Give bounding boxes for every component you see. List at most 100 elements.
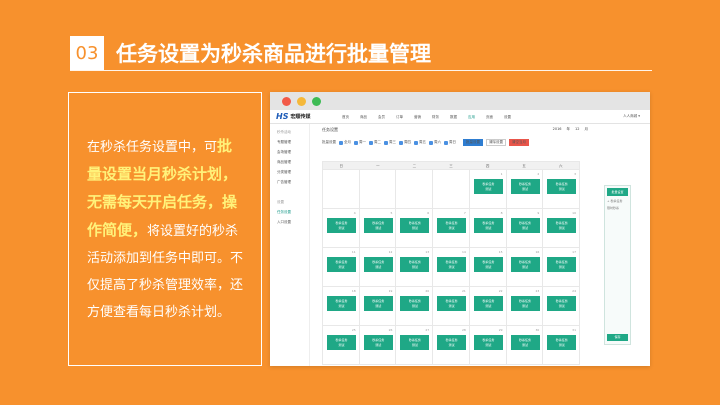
task-chip[interactable]: 秒杀任务 测试 <box>473 335 503 350</box>
day-checkbox-5[interactable]: 周五 <box>414 140 426 145</box>
task-chip[interactable]: 秒杀任务 测试 <box>473 218 503 233</box>
calendar-day[interactable]: 15 秒杀任务 测试 <box>469 248 507 287</box>
task-chip[interactable]: 秒杀任务 测试 <box>473 296 503 311</box>
task-chip[interactable]: 秒杀任务 测试 <box>327 296 356 311</box>
calendar-day[interactable]: 13 秒杀任务 测试 <box>396 248 434 287</box>
task-chip[interactable]: 秒杀任务 测试 <box>327 257 356 272</box>
calendar-day[interactable]: 8 秒杀任务 测试 <box>469 209 507 248</box>
day-checkbox-0[interactable]: 全月 <box>339 140 351 145</box>
calendar-day[interactable]: 28 秒杀任务 测试 <box>433 326 470 365</box>
task-chip[interactable]: 秒杀任务 测试 <box>400 335 430 350</box>
task-chip[interactable]: 秒杀任务 测试 <box>510 296 540 311</box>
day-checkbox-6[interactable]: 周六 <box>429 140 441 145</box>
sidebar-item-9[interactable]: 入口设置 <box>277 220 309 230</box>
task-chip[interactable]: 秒杀任务 测试 <box>327 218 356 233</box>
panel-save-button[interactable]: 保存 <box>607 334 628 341</box>
calendar-day[interactable]: 5 秒杀任务 测试 <box>359 209 397 248</box>
sidebar-item-4[interactable]: 分类管理 <box>277 170 309 180</box>
nav-item-6[interactable]: 数据 <box>450 115 457 120</box>
calendar-day[interactable]: 11 秒杀任务 测试 <box>323 248 360 287</box>
task-chip[interactable]: 秒杀任务 测试 <box>510 257 540 272</box>
year-select[interactable]: 2016 <box>553 127 562 132</box>
task-chip[interactable]: 秒杀任务 测试 <box>547 179 577 194</box>
panel-batch-button[interactable]: 批量设置 <box>607 188 628 196</box>
calendar-day[interactable]: 9 秒杀任务 测试 <box>506 209 544 248</box>
task-chip[interactable]: 秒杀任务 测试 <box>327 335 356 350</box>
calendar-day[interactable]: 2 秒杀任务 测试 <box>506 170 544 209</box>
task-chip[interactable]: 秒杀任务 测试 <box>547 257 577 272</box>
calendar-day[interactable]: 20 秒杀任务 测试 <box>396 287 434 326</box>
calendar-day[interactable]: 14 秒杀任务 测试 <box>433 248 470 287</box>
sidebar-item-1[interactable]: 专题管理 <box>277 140 309 150</box>
calendar-day[interactable]: 17 秒杀任务 测试 <box>543 248 580 287</box>
nav-item-8[interactable]: 页面 <box>486 115 493 120</box>
task-chip[interactable]: 秒杀任务 测试 <box>400 257 430 272</box>
task-chip[interactable]: 秒杀任务 测试 <box>363 257 393 272</box>
calendar-day[interactable]: 4 秒杀任务 测试 <box>323 209 360 248</box>
minimize-window-icon[interactable] <box>297 96 306 106</box>
nav-item-4[interactable]: 营销 <box>414 115 421 120</box>
batch-cancel-button[interactable]: 清除设置 <box>486 139 506 146</box>
nav-item-9[interactable]: 设置 <box>504 115 511 120</box>
task-chip[interactable]: 秒杀任务 测试 <box>473 179 503 194</box>
calendar-day[interactable]: 7 秒杀任务 测试 <box>433 209 470 248</box>
calendar-day[interactable]: 12 秒杀任务 测试 <box>359 248 397 287</box>
day-checkbox-4[interactable]: 周四 <box>399 140 411 145</box>
task-chip[interactable]: 秒杀任务 测试 <box>400 296 430 311</box>
calendar-day[interactable]: 1 秒杀任务 测试 <box>469 170 507 209</box>
calendar-day[interactable]: 25 秒杀任务 测试 <box>323 326 360 365</box>
calendar-day[interactable]: 21 秒杀任务 测试 <box>433 287 470 326</box>
task-chip[interactable]: 秒杀任务 测试 <box>363 296 393 311</box>
nav-item-1[interactable]: 商品 <box>360 115 367 120</box>
calendar-day[interactable]: 6 秒杀任务 测试 <box>396 209 434 248</box>
calendar-day[interactable]: 16 秒杀任务 测试 <box>506 248 544 287</box>
calendar-day[interactable]: 29 秒杀任务 测试 <box>469 326 507 365</box>
task-chip[interactable]: 秒杀任务 测试 <box>473 257 503 272</box>
calendar-day[interactable]: 23 秒杀任务 测试 <box>506 287 544 326</box>
day-checkbox-2[interactable]: 周二 <box>369 140 381 145</box>
sidebar-item-3[interactable]: 商品管理 <box>277 160 309 170</box>
task-chip[interactable]: 秒杀任务 测试 <box>400 218 430 233</box>
task-chip[interactable]: 秒杀任务 测试 <box>510 335 540 350</box>
close-window-icon[interactable] <box>282 96 291 106</box>
task-chip[interactable]: 秒杀任务 测试 <box>363 335 393 350</box>
calendar-day[interactable]: 27 秒杀任务 测试 <box>396 326 434 365</box>
sidebar-item-8[interactable]: 任务设置 <box>277 210 309 220</box>
task-chip[interactable]: 秒杀任务 测试 <box>363 218 393 233</box>
sidebar-item-5[interactable]: 广告管理 <box>277 180 309 190</box>
task-chip[interactable]: 秒杀任务 测试 <box>437 218 467 233</box>
calendar-day[interactable]: 26 秒杀任务 测试 <box>359 326 397 365</box>
calendar-day[interactable]: 30 秒杀任务 测试 <box>506 326 544 365</box>
nav-item-2[interactable]: 会员 <box>378 115 385 120</box>
nav-item-7[interactable]: 应用 <box>468 115 475 120</box>
panel-task-item[interactable]: 限时秒杀 <box>607 206 628 210</box>
task-chip[interactable]: 秒杀任务 测试 <box>547 335 577 350</box>
user-menu[interactable]: 人人商城 ▾ <box>623 114 640 119</box>
panel-add-task[interactable]: + 秒杀任务 <box>607 199 628 203</box>
calendar-day[interactable]: 10 秒杀任务 测试 <box>543 209 580 248</box>
calendar-day[interactable]: 31 秒杀任务 测试 <box>543 326 580 365</box>
task-chip[interactable]: 秒杀任务 测试 <box>510 218 540 233</box>
task-chip[interactable]: 秒杀任务 测试 <box>547 296 577 311</box>
nav-item-3[interactable]: 订单 <box>396 115 403 120</box>
month-select[interactable]: 12 <box>575 127 579 132</box>
day-checkbox-7[interactable]: 周日 <box>444 140 456 145</box>
task-chip[interactable]: 秒杀任务 测试 <box>547 218 577 233</box>
calendar-day[interactable]: 18 秒杀任务 测试 <box>323 287 360 326</box>
nav-item-0[interactable]: 首页 <box>342 115 349 120</box>
task-chip[interactable]: 秒杀任务 测试 <box>437 257 467 272</box>
day-checkbox-1[interactable]: 周一 <box>354 140 366 145</box>
nav-item-5[interactable]: 财务 <box>432 115 439 120</box>
batch-confirm-button[interactable]: 批量设置 <box>463 139 483 146</box>
task-chip[interactable]: 秒杀任务 测试 <box>437 335 467 350</box>
maximize-window-icon[interactable] <box>312 96 321 106</box>
clear-month-button[interactable]: 清空当月 <box>509 139 529 146</box>
day-checkbox-3[interactable]: 周三 <box>384 140 396 145</box>
calendar-day[interactable]: 24 秒杀任务 测试 <box>543 287 580 326</box>
calendar-day[interactable]: 3 秒杀任务 测试 <box>543 170 580 209</box>
calendar-day[interactable]: 22 秒杀任务 测试 <box>469 287 507 326</box>
calendar-day[interactable]: 19 秒杀任务 测试 <box>359 287 397 326</box>
task-chip[interactable]: 秒杀任务 测试 <box>510 179 540 194</box>
task-chip[interactable]: 秒杀任务 测试 <box>437 296 467 311</box>
sidebar-item-2[interactable]: 会场管理 <box>277 150 309 160</box>
